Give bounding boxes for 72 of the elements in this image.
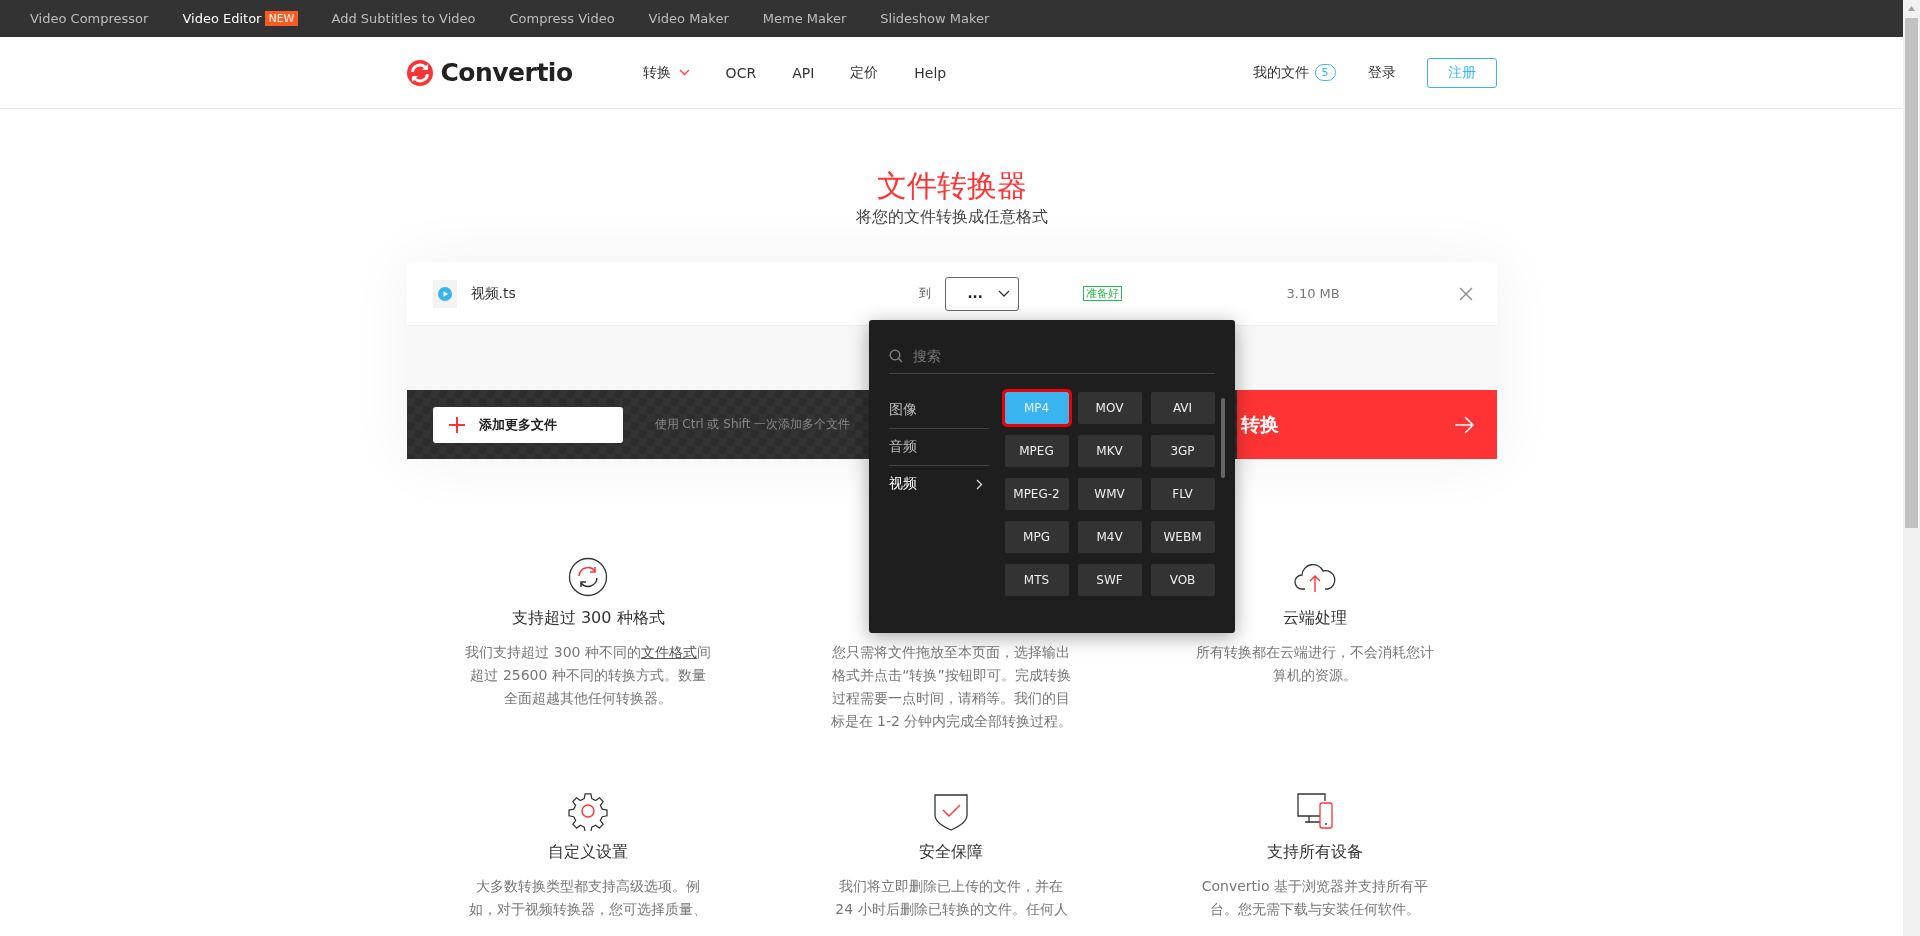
refresh-icon [568, 557, 609, 597]
top-nav-link[interactable]: Video Compressor [30, 11, 149, 26]
feature-description: 所有转换都在云端进行，不会消耗您计算机的资源。 [1194, 643, 1435, 685]
convert-button[interactable]: 转换 [1236, 390, 1497, 459]
logo-text: Convertio [440, 58, 573, 87]
format-option[interactable]: MPEG [1004, 435, 1069, 467]
caret-icon [678, 69, 690, 76]
plus-icon [448, 416, 465, 433]
top-nav-link[interactable]: Compress Video [509, 11, 615, 26]
status-tag: 准备好 [1082, 286, 1122, 301]
format-option[interactable]: MTS [1004, 564, 1069, 596]
feature-title: 自定义设置 [548, 841, 629, 863]
format-option[interactable]: WMV [1077, 478, 1142, 510]
login-link[interactable]: 登录 [1367, 63, 1396, 82]
link[interactable]: 文件格式 [640, 644, 697, 660]
format-option[interactable]: MKV [1077, 435, 1142, 467]
logo-icon [406, 59, 433, 86]
shield-check-icon [933, 791, 970, 831]
format-option[interactable]: MPG [1004, 521, 1069, 553]
format-category[interactable]: 音频 [888, 429, 989, 466]
nav-link[interactable]: Help [896, 63, 965, 82]
my-files-link[interactable]: 我的文件 [1252, 63, 1309, 82]
arrow-right-icon [1454, 415, 1475, 434]
file-name: 视频.ts [470, 284, 517, 303]
format-option[interactable]: MOV [1077, 392, 1142, 424]
monitor-phone-icon [1294, 791, 1335, 831]
nav-link[interactable]: API [774, 63, 833, 82]
format-option[interactable]: VOB [1150, 564, 1215, 596]
top-nav-link[interactable]: Video Maker [648, 11, 729, 26]
gear-icon [568, 791, 609, 831]
feature-description: Convertio 基于浏览器并支持所有平台。您无需下载与安装任何软件。 [1200, 877, 1429, 919]
format-option[interactable]: SWF [1077, 564, 1142, 596]
top-nav-link[interactable]: Video Editor NEW [182, 11, 298, 26]
search-icon [888, 348, 903, 363]
chevron-down-icon [997, 290, 1010, 297]
feature-title: 支持超过 300 种格式 [511, 607, 665, 629]
feature-title: 云端处理 [1282, 607, 1347, 629]
close-icon[interactable] [1458, 286, 1473, 301]
file-size: 3.10 MB [1286, 286, 1341, 301]
feature-title: 安全保障 [919, 841, 984, 863]
format-option[interactable]: MPEG-2 [1004, 478, 1069, 510]
new-badge: NEW [265, 11, 298, 26]
format-category[interactable]: 视频 [888, 466, 989, 502]
nav-link[interactable]: OCR [707, 63, 775, 82]
page-title: 文件转换器 [876, 167, 1027, 205]
feature-description: 我们支持超过 300 种不同的文件格式间超过 25600 种不同的转换方式。数量全面超越其他任何转换器。 [465, 643, 712, 708]
feature-description: 大多数转换类型都支持高级选项。例如，对于视频转换器，您可选择质量、 [468, 877, 709, 919]
top-nav-link[interactable]: Add Subtitles to Video [331, 11, 476, 26]
format-option[interactable]: WEBM [1150, 521, 1215, 553]
page-scrollbar[interactable] [1903, 0, 1920, 936]
feature-title: 支持所有设备 [1266, 841, 1363, 863]
video-file-icon [432, 279, 457, 308]
search-field[interactable]: 搜索 [910, 346, 1115, 365]
cloud-upload-icon [1292, 561, 1337, 593]
nav-link[interactable]: 定价 [832, 63, 897, 82]
format-option[interactable]: AVI [1150, 392, 1215, 424]
top-nav-link[interactable]: Meme Maker [762, 11, 847, 26]
page-subtitle: 将您的文件转换成任意格式 [855, 206, 1048, 228]
nav-link[interactable]: 转换 [624, 63, 708, 82]
feature-description: 我们将立即删除已上传的文件，并在 24 小时后删除已转换的文件。任何人 [834, 877, 1069, 919]
feature-description: 您只需将文件拖放至本页面，选择输出格式并点击“转换”按钮即可。完成转换过程需要一点时间，请稍等。我们的目标是在 1-2 分钟内完成全部转换过程。 [829, 643, 1074, 731]
add-files-button[interactable]: 添加更多文件 [432, 406, 623, 443]
format-option[interactable]: FLV [1150, 478, 1215, 510]
format-option[interactable]: 3GP [1150, 435, 1215, 467]
chevron-right-icon [975, 478, 983, 490]
format-category[interactable]: 图像 [888, 392, 989, 429]
to-label: 到 [918, 285, 931, 302]
top-nav-link[interactable]: Slideshow Maker [880, 11, 990, 26]
format-select[interactable]: ... [944, 276, 1019, 311]
dropdown-scrollbar[interactable] [1220, 398, 1225, 478]
hint-text: 使用 Ctrl 或 Shift 一次添加多个文件 [654, 416, 851, 433]
format-option[interactable]: M4V [1077, 521, 1142, 553]
